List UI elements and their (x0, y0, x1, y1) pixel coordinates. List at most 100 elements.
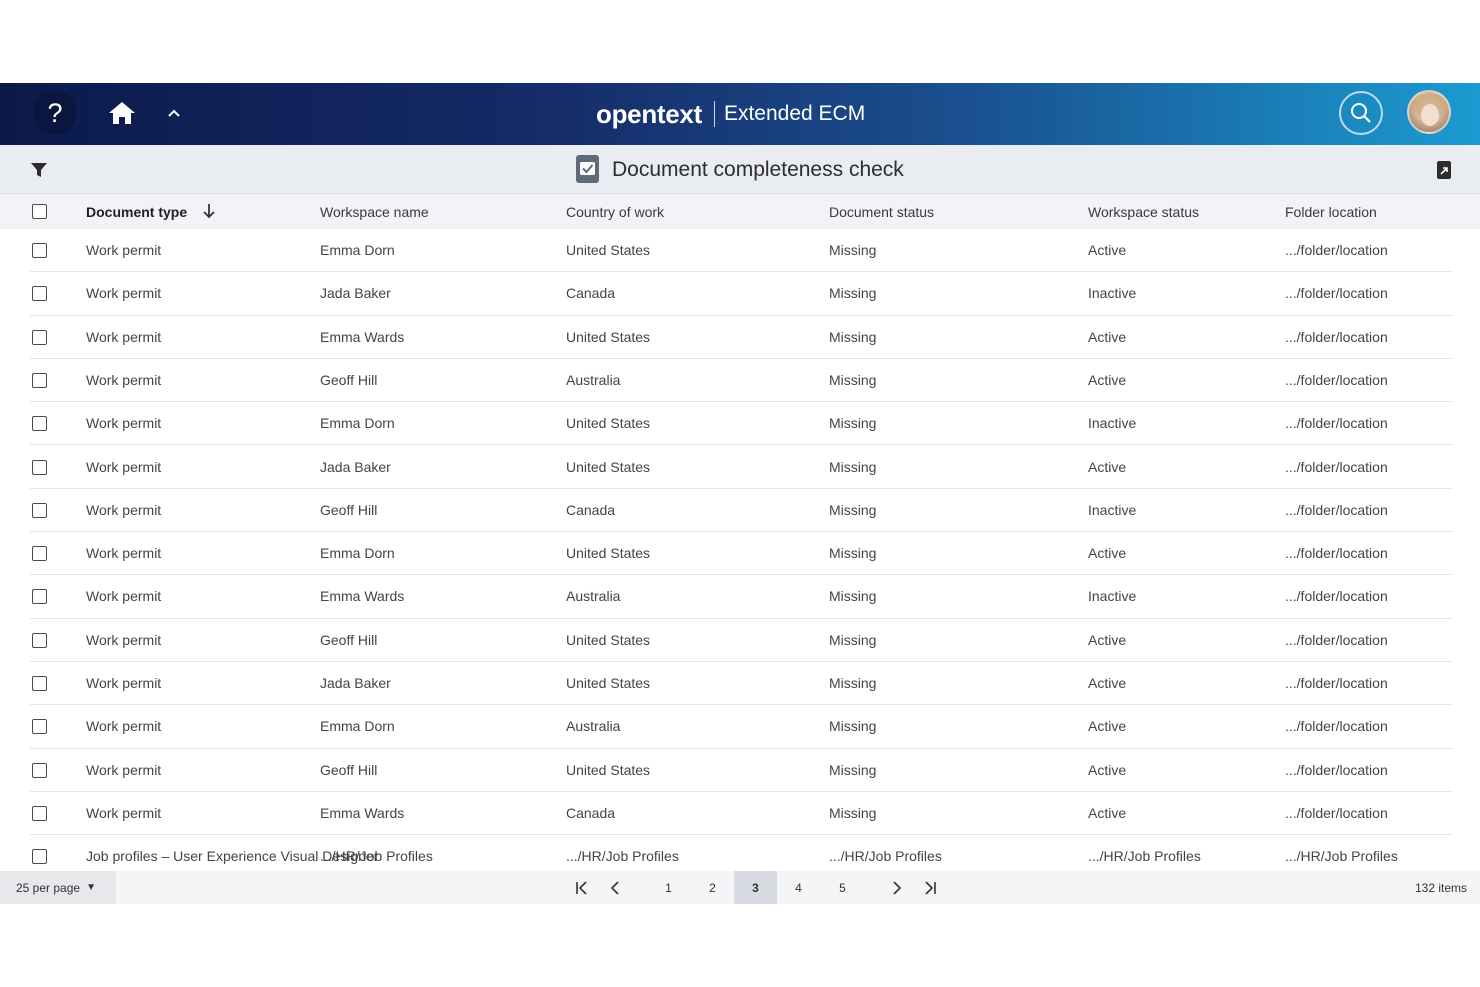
column-header-workspace-name[interactable]: Workspace name (320, 204, 429, 220)
table-row[interactable]: Work permit Geoff Hill United States Missin… (0, 749, 1480, 792)
row-checkbox[interactable] (32, 805, 47, 821)
cell-workspace-name: Jada Baker (320, 285, 391, 302)
page-button-5[interactable]: 5 (821, 871, 864, 904)
row-checkbox[interactable] (32, 416, 47, 432)
cell-workspace-status: Inactive (1088, 588, 1137, 605)
cell-workspace-name: Jada Baker (320, 458, 391, 475)
page-button-2[interactable]: 2 (691, 871, 734, 904)
cell-workspace-name: Geoff Hill (320, 631, 378, 648)
cell-document-type: Work permit (86, 718, 162, 735)
cell-folder-location: .../folder/location (1285, 718, 1388, 735)
page-button-4[interactable]: 4 (777, 871, 820, 904)
export-button[interactable] (1436, 160, 1452, 180)
next-page-button[interactable] (885, 871, 909, 904)
cell-country-of-work: Canada (566, 501, 616, 518)
cell-workspace-name: Geoff Hill (320, 371, 378, 388)
row-checkbox[interactable] (32, 502, 47, 518)
help-button[interactable]: ? (33, 91, 77, 135)
table-row[interactable]: Work permit Emma Dorn United States Missing… (0, 229, 1480, 273)
table-row[interactable]: Work permit Emma Dorn United States Missing… (0, 532, 1480, 576)
cell-workspace-status: Inactive (1088, 501, 1137, 518)
cell-workspace-name: Emma Dorn (320, 718, 395, 735)
row-checkbox[interactable] (32, 329, 47, 345)
cell-country-of-work: Australia (566, 588, 621, 605)
table-row[interactable]: Work permit Geoff Hill Australia Missing Act… (0, 359, 1480, 403)
brand-divider (713, 101, 715, 127)
row-checkbox[interactable] (32, 762, 47, 778)
table-row[interactable]: Work permit Emma Dorn United States Missing… (0, 402, 1480, 446)
cell-folder-location: .../folder/location (1285, 804, 1388, 821)
table-row[interactable]: Work permit Geoff Hill Canada Missing Inacti… (0, 489, 1480, 533)
cell-document-type: Work permit (86, 458, 162, 475)
page-title-bar: Document completeness check (0, 145, 1480, 194)
row-checkbox[interactable] (32, 286, 47, 302)
table-row[interactable]: Work permit Emma Wards Australia Missing Ina… (0, 575, 1480, 619)
row-checkbox[interactable] (32, 243, 47, 258)
cell-folder-location: .../folder/location (1285, 371, 1388, 388)
cell-country-of-work: .../HR/Job Profiles (566, 848, 679, 865)
first-page-icon (576, 880, 587, 895)
select-all-checkbox[interactable] (32, 204, 47, 219)
cell-document-type: Work permit (86, 242, 162, 258)
column-header-workspace-status[interactable]: Workspace status (1088, 204, 1199, 220)
cell-document-status: Missing (829, 588, 877, 605)
cell-workspace-status: Active (1088, 718, 1127, 735)
column-header-folder-location[interactable]: Folder location (1285, 204, 1377, 220)
home-icon (109, 102, 135, 124)
home-button[interactable] (105, 97, 139, 129)
chevron-left-icon (610, 880, 619, 895)
filter-icon (31, 163, 47, 177)
page-button-3-active[interactable]: 3 (734, 871, 777, 904)
cell-document-status: Missing (829, 718, 877, 735)
table-row[interactable]: Work permit Emma Dorn Australia Missing Acti… (0, 705, 1480, 749)
page-title: Document completeness check (612, 158, 904, 181)
help-icon: ? (47, 97, 63, 128)
row-checkbox[interactable] (32, 459, 47, 475)
cell-workspace-status: Inactive (1088, 285, 1137, 302)
navigate-up-button[interactable] (163, 103, 185, 123)
cell-workspace-status: Active (1088, 804, 1127, 821)
cell-document-type: Work permit (86, 328, 162, 345)
cell-folder-location: .../HR/Job Profiles (1285, 848, 1398, 865)
cell-workspace-status: Active (1088, 458, 1127, 475)
filter-button[interactable] (30, 161, 48, 179)
row-checkbox[interactable] (32, 589, 47, 605)
table-row[interactable]: Work permit Emma Wards Canada Missing Active… (0, 792, 1480, 836)
cell-document-type: Work permit (86, 761, 162, 778)
row-checkbox[interactable] (32, 632, 47, 648)
row-checkbox[interactable] (32, 546, 47, 562)
first-page-button[interactable] (570, 871, 594, 904)
cell-country-of-work: Australia (566, 718, 621, 735)
cell-folder-location: .../folder/location (1285, 242, 1388, 258)
table-row[interactable]: Work permit Jada Baker United States Missin… (0, 446, 1480, 489)
column-header-document-type[interactable]: Document type (86, 204, 187, 220)
per-page-select[interactable]: 25 per page ▼ (0, 871, 116, 904)
cell-document-status: Missing (829, 761, 877, 778)
cell-document-status: .../HR/Job Profiles (829, 848, 942, 865)
top-navigation-bar: ? opentext Extended ECM (0, 83, 1480, 145)
sort-descending-icon[interactable] (202, 202, 216, 220)
page-button-1[interactable]: 1 (647, 871, 690, 904)
row-checkbox[interactable] (32, 676, 47, 691)
cell-document-type: Work permit (86, 588, 162, 605)
last-page-button[interactable] (918, 871, 942, 904)
cell-document-type: Work permit (86, 545, 162, 562)
table-row[interactable]: Work permit Jada Baker United States Missin… (0, 662, 1480, 706)
user-avatar[interactable] (1407, 90, 1451, 134)
row-checkbox[interactable] (32, 849, 47, 865)
column-header-document-status[interactable]: Document status (829, 204, 934, 220)
column-header-country-of-work[interactable]: Country of work (566, 204, 664, 220)
brand: opentext Extended ECM (596, 96, 865, 132)
table-row[interactable]: Work permit Geoff Hill United States Missin… (0, 619, 1480, 662)
cell-document-status: Missing (829, 631, 877, 648)
row-checkbox[interactable] (32, 372, 47, 388)
search-button[interactable] (1339, 91, 1383, 135)
table-row[interactable]: Work permit Jada Baker Canada Missing Inacti… (0, 272, 1480, 316)
cell-document-status: Missing (829, 242, 877, 258)
cell-workspace-name: Emma Wards (320, 588, 405, 605)
previous-page-button[interactable] (603, 871, 627, 904)
cell-folder-location: .../folder/location (1285, 458, 1388, 475)
row-checkbox[interactable] (32, 719, 47, 735)
cell-document-status: Missing (829, 285, 877, 302)
table-row[interactable]: Work permit Emma Wards United States Missin… (0, 316, 1480, 359)
